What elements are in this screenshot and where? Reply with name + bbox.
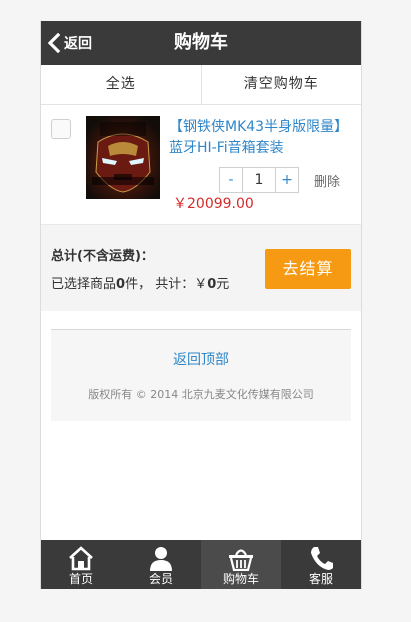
- back-button[interactable]: 返回: [45, 30, 92, 56]
- item-checkbox[interactable]: [51, 119, 71, 139]
- select-all-button[interactable]: 全选: [41, 65, 201, 104]
- product-thumbnail[interactable]: [86, 116, 160, 199]
- bottom-tab-bar: 首页 会员 购物车 客服: [41, 540, 361, 589]
- delete-item-button[interactable]: 删除: [314, 171, 340, 190]
- total-suffix: 元: [216, 277, 230, 292]
- back-to-top-link[interactable]: 返回顶部: [51, 349, 351, 369]
- tab-member-label: 会员: [148, 572, 173, 586]
- product-name-link[interactable]: 【钢铁侠MK43半身版限量】蓝牙HI-Fi音箱套装: [169, 117, 357, 159]
- selection-summary: 已选择商品0件， 共计：￥0元: [51, 273, 229, 292]
- home-icon: [69, 546, 93, 571]
- iron-man-image: [86, 116, 160, 199]
- cart-basket-icon: [229, 549, 253, 571]
- tab-cart[interactable]: 购物车: [201, 540, 281, 589]
- page-footer: 返回顶部 版权所有 © 2014 北京九麦文化传媒有限公司: [51, 329, 351, 421]
- checkout-button[interactable]: 去结算: [265, 249, 351, 289]
- tab-service[interactable]: 客服: [281, 540, 361, 589]
- cart-item: 【钢铁侠MK43半身版限量】蓝牙HI-Fi音箱套装 - 1 + 删除 ￥2009…: [41, 105, 361, 224]
- total-label: 总计(不含运费)：: [51, 249, 154, 264]
- increase-quantity-button[interactable]: +: [276, 168, 298, 192]
- tab-member[interactable]: 会员: [121, 540, 201, 589]
- tab-cart-label: 购物车: [222, 572, 259, 586]
- phone-icon: [311, 547, 333, 570]
- user-icon: [150, 547, 172, 571]
- tab-service-label: 客服: [308, 572, 333, 586]
- total-amount: 0: [207, 277, 217, 292]
- top-bar: 返回 购物车: [41, 21, 361, 65]
- selected-count: 0: [116, 277, 126, 292]
- item-price: ￥20099.00: [173, 196, 254, 212]
- mobile-page: 返回 购物车 全选 清空购物车 【钢铁侠MK43半身版限量】蓝牙HI-Fi音箱套…: [40, 21, 362, 589]
- cart-actions: 全选 清空购物车: [41, 65, 361, 105]
- decrease-quantity-button[interactable]: -: [220, 168, 242, 192]
- back-label: 返回: [64, 36, 92, 52]
- total-prefix: 共计：￥: [155, 277, 208, 292]
- selected-prefix: 已选择商品: [51, 277, 117, 292]
- quantity-field[interactable]: 1: [242, 168, 276, 192]
- quantity-stepper: - 1 +: [219, 167, 299, 193]
- tab-home[interactable]: 首页: [41, 540, 121, 589]
- clear-cart-button[interactable]: 清空购物车: [200, 65, 362, 104]
- copyright-text: 版权所有 © 2014 北京九麦文化传媒有限公司: [88, 388, 314, 401]
- chevron-left-icon: [47, 33, 61, 53]
- cart-summary: 总计(不含运费)： 已选择商品0件， 共计：￥0元 去结算: [41, 224, 361, 311]
- tab-home-label: 首页: [68, 572, 93, 586]
- selected-unit: 件，: [125, 277, 152, 292]
